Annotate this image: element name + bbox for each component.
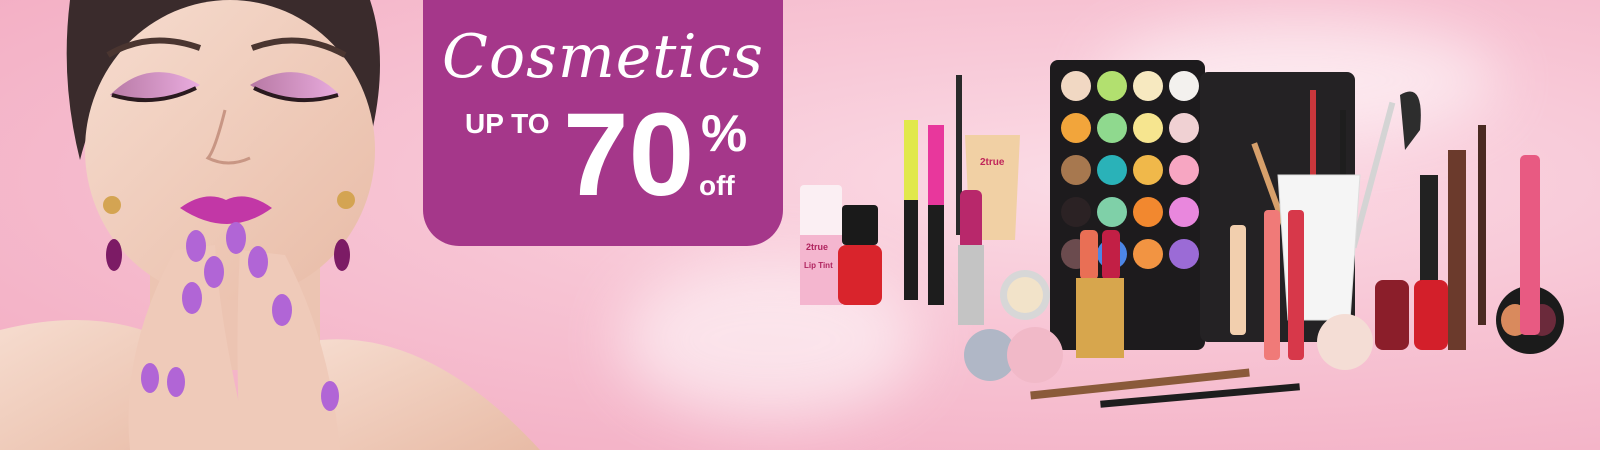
lip-tint-bottle-icon: 2true Lip Tint: [800, 185, 842, 305]
discount-percent: %: [701, 105, 748, 163]
discount-off: off: [699, 170, 735, 201]
svg-text:2true: 2true: [806, 242, 828, 252]
svg-text:Lip Tint: Lip Tint: [804, 261, 833, 270]
discount-box[interactable]: Cosmetics UP TO 70 % off: [423, 0, 783, 246]
promo-banner[interactable]: Cosmetics UP TO 70 % off 2true Lip Tint …: [0, 0, 1600, 450]
promo-up-to: UP TO: [465, 108, 550, 139]
cosmetics-products-illustration: 2true Lip Tint 2true: [800, 60, 1564, 408]
nail-polish-bottle-icon: [838, 205, 882, 305]
nail-polish-bottle-icon: [1375, 280, 1448, 350]
svg-text:2true: 2true: [980, 157, 1005, 168]
eyeliner-pencil-icon: [1030, 368, 1300, 408]
mascara-icon: [904, 75, 962, 305]
discount-number: 70: [563, 89, 695, 221]
promo-title: Cosmetics: [442, 22, 764, 92]
